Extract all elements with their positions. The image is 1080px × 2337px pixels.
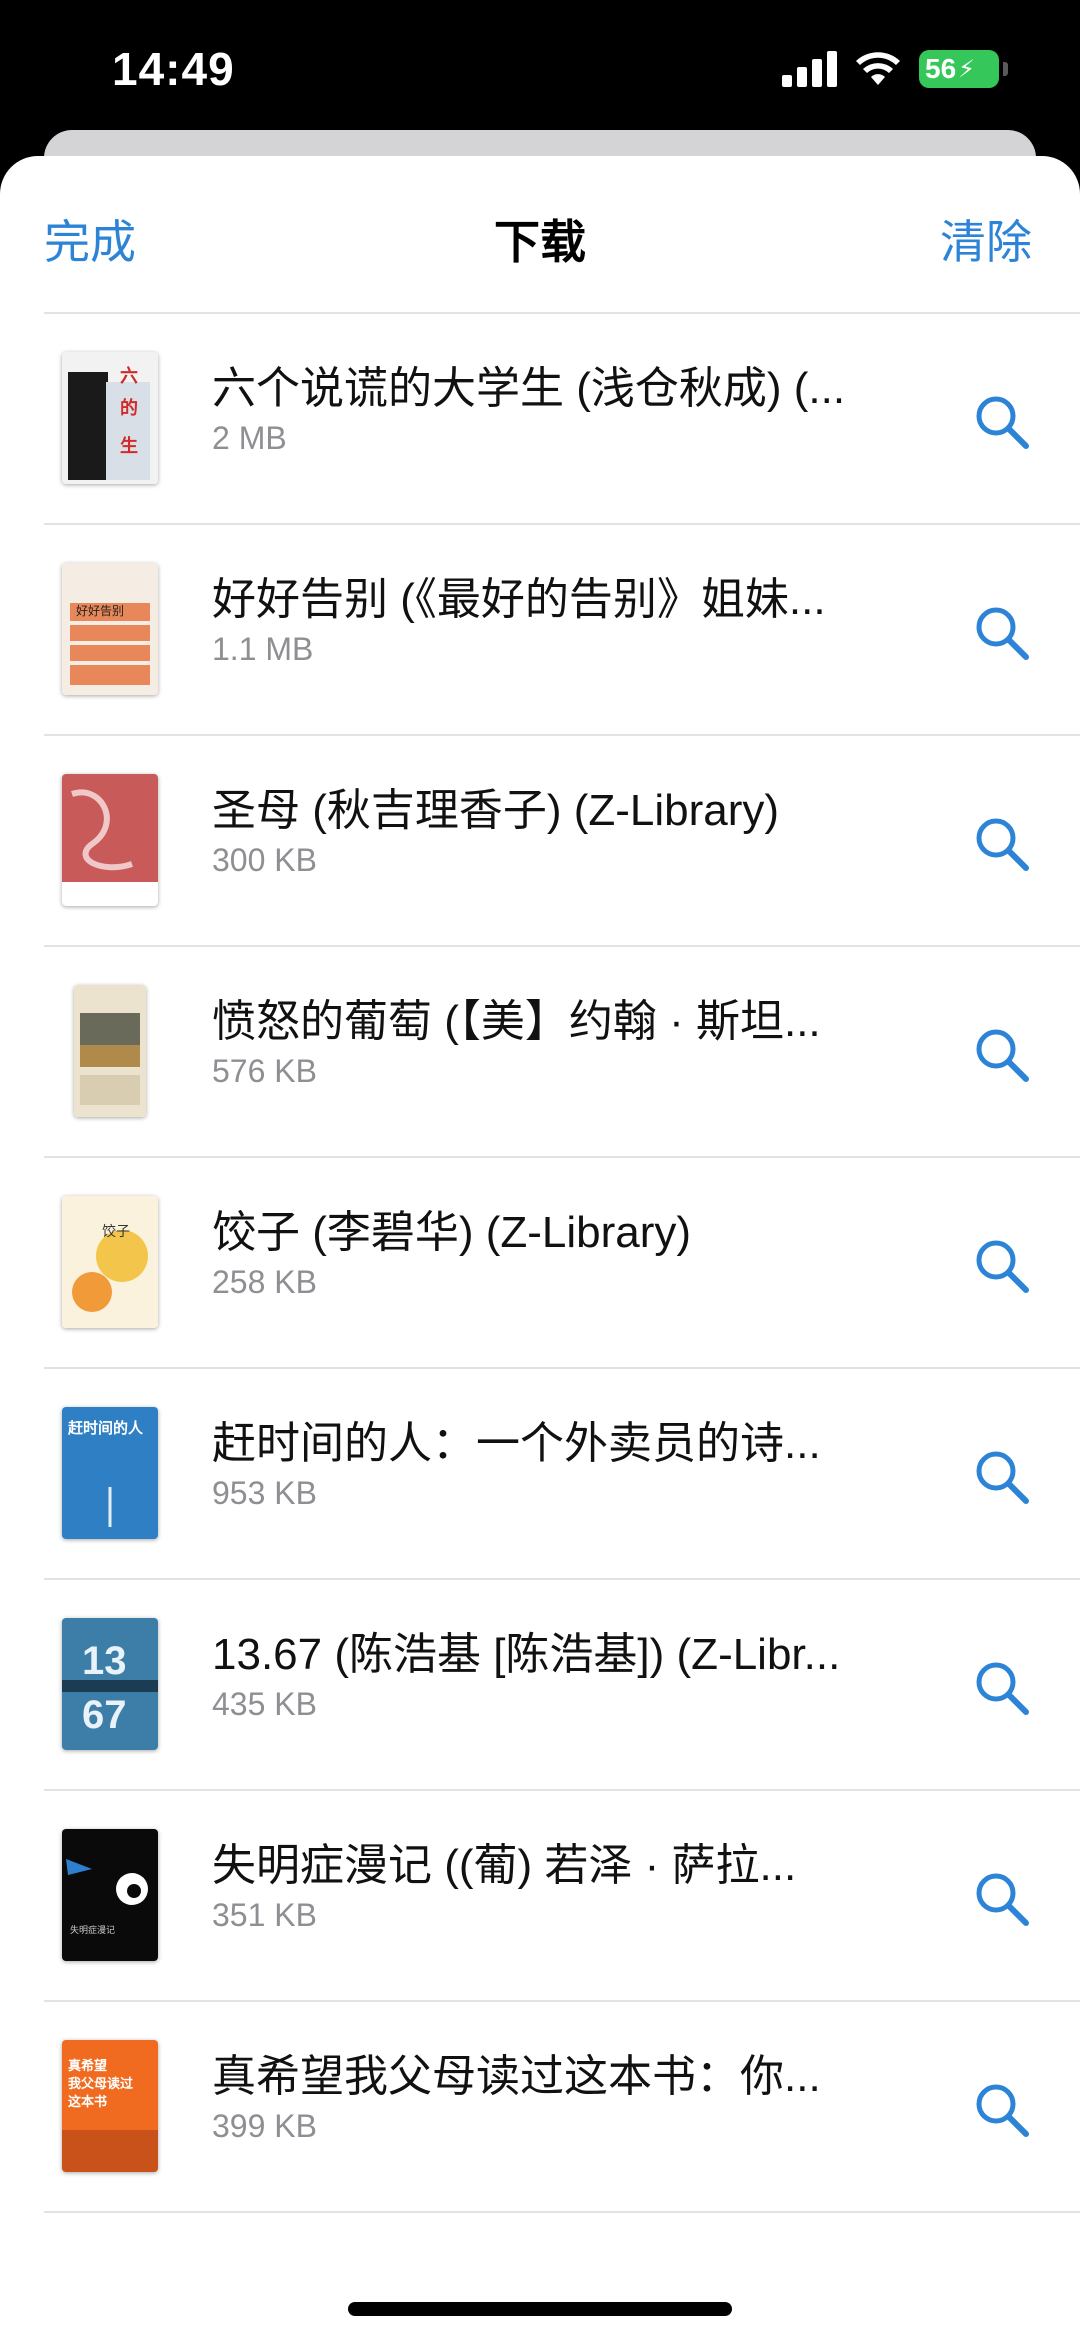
file-size: 300 KB <box>212 842 317 878</box>
status-time: 14:49 <box>112 43 235 95</box>
svg-text:真希望: 真希望 <box>68 2058 107 2073</box>
book-title: 赶时间的人：一个外卖员的诗... <box>212 1419 821 1468</box>
book-title: 失明症漫记 ((葡) 若泽 · 萨拉... <box>212 1841 797 1890</box>
book-title: 愤怒的葡萄 (【美】约翰 · 斯坦... <box>212 997 821 1046</box>
search-icon[interactable] <box>972 1869 1032 1929</box>
downloads-list: 六 的 生 六个说谎的大学生 (浅仓秋成) (... 2 MB 好好告别 好好告… <box>0 312 1080 2213</box>
book-title: 六个说谎的大学生 (浅仓秋成) (... <box>212 364 846 413</box>
search-icon[interactable] <box>972 814 1032 874</box>
book-cover <box>74 985 146 1117</box>
svg-text:生: 生 <box>120 435 138 456</box>
file-size: 1.1 MB <box>212 631 314 667</box>
file-size: 435 KB <box>212 1686 317 1722</box>
book-title: 圣母 (秋吉理香子) (Z-Library) <box>212 786 780 835</box>
battery-level: 56 <box>925 53 957 84</box>
battery-icon: 56 ⚡ <box>919 50 999 88</box>
wifi-icon <box>856 52 900 85</box>
clear-button[interactable]: 清除 <box>940 206 1032 272</box>
svg-text:67: 67 <box>82 1693 127 1737</box>
book-cover: 赶时间的人 <box>62 1407 158 1539</box>
list-item[interactable]: 好好告别 好好告别 (《最好的告别》姐妹... 1.1 MB <box>0 525 1080 734</box>
status-bar: 14:49 56 ⚡ <box>0 0 1080 140</box>
page-title: 下载 <box>494 216 586 268</box>
book-cover: 真希望 我父母读过 这本书 <box>62 2040 158 2172</box>
search-icon[interactable] <box>972 1236 1032 1296</box>
search-icon[interactable] <box>972 2080 1032 2140</box>
list-item[interactable]: 13 67 13.67 (陈浩基 [陈浩基]) (Z-Libr... 435 K… <box>0 1580 1080 1789</box>
list-item[interactable]: 六 的 生 六个说谎的大学生 (浅仓秋成) (... 2 MB <box>0 314 1080 523</box>
cellular-signal-icon <box>782 51 837 87</box>
downloads-sheet: 下载 完成 清除 六 的 生 六个说谎的大学生 (浅仓秋成) (... 2 MB <box>0 156 1080 2337</box>
nav-bar: 下载 完成 清除 <box>0 156 1080 312</box>
book-title: 真希望我父母读过这本书：你... <box>212 2052 821 2101</box>
book-cover: 13 67 <box>62 1618 158 1750</box>
file-size: 953 KB <box>212 1475 317 1511</box>
file-size: 576 KB <box>212 1053 317 1089</box>
list-item[interactable]: 失明症漫记 失明症漫记 ((葡) 若泽 · 萨拉... 351 KB <box>0 1791 1080 2000</box>
book-cover <box>62 774 158 906</box>
book-title: 饺子 (李碧华) (Z-Library) <box>212 1208 692 1257</box>
svg-text:我父母读过: 我父母读过 <box>68 2076 133 2091</box>
list-item[interactable]: 饺子 饺子 (李碧华) (Z-Library) 258 KB <box>0 1158 1080 1367</box>
search-icon[interactable] <box>972 392 1032 452</box>
book-cover: 饺子 <box>62 1196 158 1328</box>
list-item[interactable]: 真希望 我父母读过 这本书 真希望我父母读过这本书：你... 399 KB <box>0 2002 1080 2211</box>
done-button[interactable]: 完成 <box>44 206 136 272</box>
svg-text:13: 13 <box>82 1639 127 1683</box>
file-size: 399 KB <box>212 2108 317 2144</box>
battery-tip <box>1003 62 1008 76</box>
svg-text:失明症漫记: 失明症漫记 <box>70 1924 115 1935</box>
svg-text:饺子: 饺子 <box>102 1223 130 1239</box>
book-title: 13.67 (陈浩基 [陈浩基]) (Z-Libr... <box>212 1630 841 1679</box>
list-item[interactable]: 圣母 (秋吉理香子) (Z-Library) 300 KB <box>0 736 1080 945</box>
book-cover: 失明症漫记 <box>62 1829 158 1961</box>
status-icons: 56 ⚡ <box>782 50 1008 88</box>
file-size: 258 KB <box>212 1264 317 1300</box>
svg-text:这本书: 这本书 <box>68 2094 107 2109</box>
search-icon[interactable] <box>972 1658 1032 1718</box>
file-size: 351 KB <box>212 1897 317 1933</box>
svg-text:的: 的 <box>120 397 138 418</box>
search-icon[interactable] <box>972 1025 1032 1085</box>
book-cover: 好好告别 <box>62 563 158 695</box>
svg-text:好好告别: 好好告别 <box>76 604 124 618</box>
book-cover: 六 的 生 <box>62 352 158 484</box>
book-title: 好好告别 (《最好的告别》姐妹... <box>212 575 826 624</box>
list-item[interactable]: 愤怒的葡萄 (【美】约翰 · 斯坦... 576 KB <box>0 947 1080 1156</box>
list-item[interactable]: 赶时间的人 赶时间的人：一个外卖员的诗... 953 KB <box>0 1369 1080 1578</box>
search-icon[interactable] <box>972 1447 1032 1507</box>
svg-text:六: 六 <box>120 365 138 386</box>
home-indicator[interactable] <box>348 2302 732 2316</box>
file-size: 2 MB <box>212 420 287 456</box>
search-icon[interactable] <box>972 603 1032 663</box>
svg-text:赶时间的人: 赶时间的人 <box>67 1419 144 1437</box>
divider <box>44 2211 1080 2213</box>
